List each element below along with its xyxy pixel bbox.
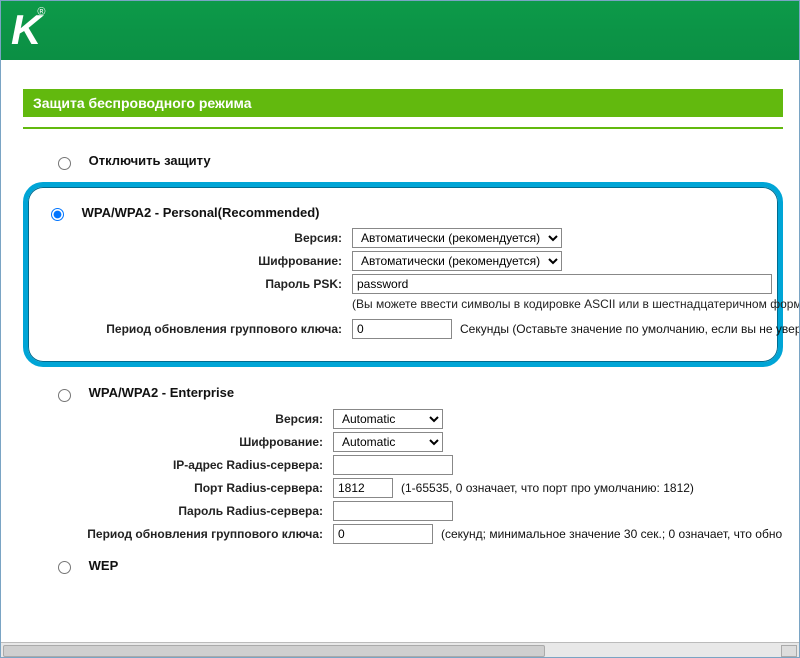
title-underline: [23, 127, 783, 129]
radio-wpa-personal[interactable]: [51, 208, 64, 221]
hscroll-right-button[interactable]: [781, 645, 797, 657]
input-ent-radius-pwd[interactable]: [333, 501, 453, 521]
radio-wep[interactable]: [58, 561, 71, 574]
hint-ent-radius-port: (1-65535, 0 означает, что порт про умолч…: [401, 481, 694, 495]
select-personal-encryption[interactable]: Автоматически (рекомендуется): [352, 251, 562, 271]
row-personal-version: Версия: Автоматически (рекомендуется): [42, 228, 764, 248]
label-personal-version: Версия:: [42, 231, 352, 245]
row-personal-encryption: Шифрование: Автоматически (рекомендуется…: [42, 251, 764, 271]
hint-ent-groupkey: (секунд; минимальное значение 30 сек.; 0…: [441, 527, 782, 541]
label-ent-radius-pwd: Пароль Radius-сервера:: [23, 504, 333, 518]
row-ent-radius-pwd: Пароль Radius-сервера:: [23, 501, 783, 521]
horizontal-scrollbar[interactable]: [1, 642, 799, 657]
row-personal-groupkey: Период обновления группового ключа: Секу…: [42, 319, 764, 339]
input-ent-radius-ip[interactable]: [333, 455, 453, 475]
content-scroll-area[interactable]: Защита беспроводного режима Отключить за…: [1, 59, 799, 643]
content: Защита беспроводного режима Отключить за…: [1, 59, 799, 618]
select-ent-encryption[interactable]: Automatic: [333, 432, 443, 452]
radio-disable[interactable]: [58, 157, 71, 170]
option-disable-label: Отключить защиту: [89, 153, 211, 168]
input-personal-groupkey[interactable]: [352, 319, 452, 339]
label-ent-radius-port: Порт Radius-сервера:: [23, 481, 333, 495]
option-wpa-enterprise[interactable]: WPA/WPA2 - Enterprise: [23, 381, 783, 406]
label-ent-radius-ip: IP-адрес Radius-сервера:: [23, 458, 333, 472]
select-personal-version[interactable]: Автоматически (рекомендуется): [352, 228, 562, 248]
label-personal-encryption: Шифрование:: [42, 254, 352, 268]
row-personal-psk: Пароль PSK:: [42, 274, 764, 294]
option-wpa-personal-label: WPA/WPA2 - Personal(Recommended): [82, 205, 320, 220]
row-ent-version: Версия: Automatic: [23, 409, 783, 429]
label-ent-encryption: Шифрование:: [23, 435, 333, 449]
brand-reg-mark: ®: [37, 6, 45, 18]
option-wep-label: WEP: [89, 558, 119, 573]
row-ent-groupkey: Период обновления группового ключа: (сек…: [23, 524, 783, 544]
label-personal-groupkey: Период обновления группового ключа:: [42, 322, 352, 336]
option-disable-security[interactable]: Отключить защиту: [23, 149, 783, 174]
page-title: Защита беспроводного режима: [23, 89, 783, 117]
label-personal-psk: Пароль PSK:: [42, 277, 352, 291]
brand-logo-fragment: K: [11, 6, 39, 54]
input-ent-radius-port[interactable]: [333, 478, 393, 498]
router-admin-window: K ® Защита беспроводного режима Отключит…: [0, 0, 800, 658]
hint-personal-psk: (Вы можете ввести символы в кодировке AS…: [42, 297, 764, 311]
label-ent-groupkey: Период обновления группового ключа:: [23, 527, 333, 541]
input-personal-psk[interactable]: [352, 274, 772, 294]
brand-bar: K ®: [1, 1, 799, 60]
option-wpa-enterprise-label: WPA/WPA2 - Enterprise: [89, 385, 234, 400]
option-wep[interactable]: WEP: [23, 554, 783, 579]
option-wpa-personal[interactable]: WPA/WPA2 - Personal(Recommended): [42, 201, 764, 226]
row-ent-radius-port: Порт Radius-сервера: (1-65535, 0 означае…: [23, 478, 783, 498]
radio-wpa-enterprise[interactable]: [58, 389, 71, 402]
row-ent-encryption: Шифрование: Automatic: [23, 432, 783, 452]
select-ent-version[interactable]: Automatic: [333, 409, 443, 429]
label-ent-version: Версия:: [23, 412, 333, 426]
hint-personal-groupkey: Секунды (Оставьте значение по умолчанию,…: [460, 322, 799, 336]
wpa-personal-highlight-box: WPA/WPA2 - Personal(Recommended) Версия:…: [23, 182, 783, 368]
row-ent-radius-ip: IP-адрес Radius-сервера:: [23, 455, 783, 475]
hscroll-thumb[interactable]: [3, 645, 545, 657]
input-ent-groupkey[interactable]: [333, 524, 433, 544]
